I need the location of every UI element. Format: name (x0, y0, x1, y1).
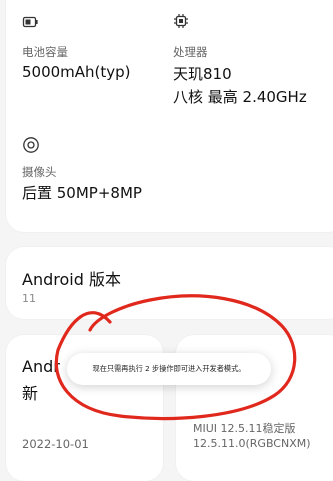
miui-version-line1: MIUI 12.5.11稳定版 (193, 422, 296, 435)
battery-value: 5000mAh(typ) (22, 63, 131, 81)
security-patch-date: 2022-10-01 (22, 437, 89, 451)
android-version-title: Android 版本 (22, 270, 121, 289)
camera-icon (22, 136, 40, 158)
battery-label: 电池容量 (22, 45, 68, 59)
chip-icon (173, 13, 189, 33)
toast-message: 现在只需再执行 2 步操作即可进入开发者模式。 (67, 353, 271, 385)
security-patch-title-line2: 新 (22, 384, 39, 403)
android-version-value: 11 (22, 292, 36, 305)
battery-icon (22, 14, 38, 33)
camera-value: 后置 50MP+8MP (22, 184, 142, 202)
camera-label: 摄像头 (22, 165, 57, 179)
miui-version-line2: 12.5.11.0(RGBCNXM) (193, 437, 311, 450)
processor-value: 天玑810 (173, 65, 232, 83)
security-patch-title: Andr (22, 357, 60, 376)
processor-value-cores: 八核 最高 2.40GHz (173, 88, 307, 106)
processor-label: 处理器 (173, 45, 208, 59)
